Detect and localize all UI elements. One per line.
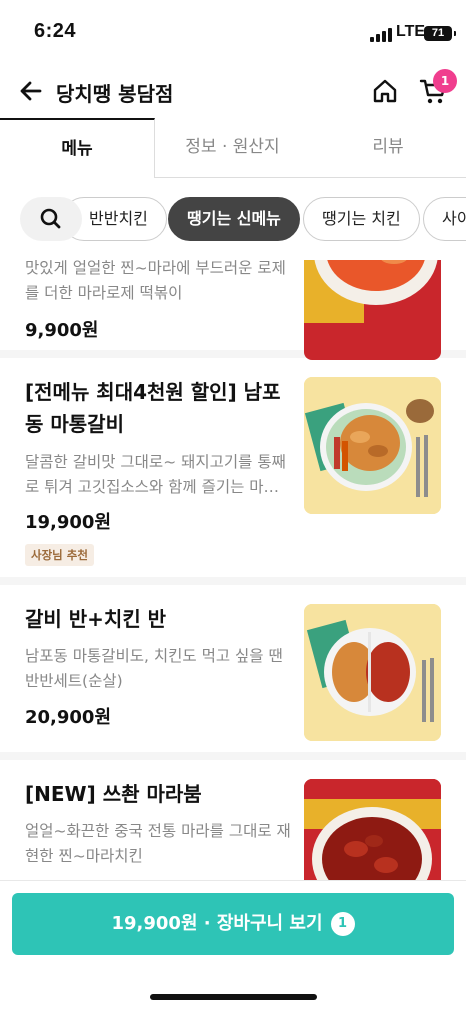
item-description: 맛있게 얼얼한 찐~마라에 부드러운 로제를 더한 마라로제 떡볶이 bbox=[25, 260, 286, 302]
network-label: LTE bbox=[396, 23, 426, 40]
search-icon bbox=[40, 208, 61, 229]
item-photo bbox=[304, 779, 441, 880]
category-chips: 반반치킨 땡기는 신메뉴 땡기는 치킨 사이 bbox=[0, 178, 466, 260]
item-price: 9,900원 bbox=[25, 320, 99, 341]
signal-icon bbox=[370, 28, 392, 42]
item-photo bbox=[304, 377, 441, 514]
status-bar: 6:24 LTE 71 bbox=[0, 0, 466, 62]
chip-side[interactable]: 사이 bbox=[423, 197, 466, 241]
tab-review[interactable]: 리뷰 bbox=[310, 118, 466, 178]
menu-list: 맛있게 얼얼한 찐~마라에 부드러운 로제를 더한 마라로제 떡볶이 9,900… bbox=[0, 260, 466, 880]
item-description: 얼얼~화끈한 중국 전통 마라를 그대로 재현한 찐~마라치킨 bbox=[25, 822, 291, 865]
owner-recommend-badge: 사장님 추천 bbox=[25, 544, 94, 566]
cart-count: 1 bbox=[330, 912, 355, 936]
menu-item[interactable]: [NEW] 쓰촨 마라붐 얼얼~화끈한 중국 전통 마라를 그대로 재현한 찐~… bbox=[0, 760, 466, 880]
home-icon bbox=[373, 79, 397, 103]
item-description: 남포동 마통갈비도, 치킨도 먹고 싶을 땐 반반세트(순살) bbox=[25, 647, 283, 690]
search-button[interactable] bbox=[20, 197, 82, 241]
item-name: [NEW] 쓰촨 마라붐 bbox=[25, 782, 202, 806]
chip-new-menu[interactable]: 땡기는 신메뉴 bbox=[168, 197, 300, 241]
status-time: 6:24 bbox=[34, 20, 77, 42]
menu-item[interactable]: 갈비 반+치킨 반 남포동 마통갈비도, 치킨도 먹고 싶을 땐 반반세트(순살… bbox=[0, 585, 466, 760]
bottom-cart-bar: 19,900원 · 장바구니 보기 1 bbox=[0, 880, 466, 1009]
home-button[interactable] bbox=[370, 76, 400, 106]
item-price: 20,900원 bbox=[25, 707, 112, 728]
item-name: [전메뉴 최대4천원 할인] 남포동 마통갈비 bbox=[25, 380, 281, 436]
arrow-left-icon bbox=[20, 81, 42, 101]
item-description: 달콤한 갈비맛 그대로~ 돼지고기를 통째로 튀겨 고깃집소스와 함께 즐기는 … bbox=[25, 453, 286, 496]
battery-icon: 71 bbox=[424, 26, 456, 41]
view-cart-label: 19,900원 · 장바구니 보기 bbox=[111, 913, 323, 934]
item-photo bbox=[304, 260, 441, 360]
store-title: 당치땡 봉담점 bbox=[56, 82, 174, 106]
chip-chicken[interactable]: 땡기는 치킨 bbox=[303, 197, 420, 241]
tab-info[interactable]: 정보 · 원산지 bbox=[155, 118, 310, 178]
item-price: 19,900원 bbox=[25, 512, 112, 533]
home-indicator bbox=[150, 994, 317, 1000]
menu-item[interactable]: 맛있게 얼얼한 찐~마라에 부드러운 로제를 더한 마라로제 떡볶이 9,900… bbox=[0, 260, 466, 360]
item-photo bbox=[304, 604, 441, 741]
tab-bar: 메뉴 정보 · 원산지 리뷰 bbox=[0, 118, 466, 179]
cart-count-badge: 1 bbox=[433, 69, 457, 93]
back-button[interactable] bbox=[16, 76, 46, 106]
menu-item[interactable]: [전메뉴 최대4천원 할인] 남포동 마통갈비 달콤한 갈비맛 그대로~ 돼지고… bbox=[0, 358, 466, 585]
store-header: 당치땡 봉담점 bbox=[0, 62, 466, 120]
item-name: 갈비 반+치킨 반 bbox=[25, 607, 167, 631]
tab-menu[interactable]: 메뉴 bbox=[0, 118, 155, 179]
view-cart-button[interactable]: 19,900원 · 장바구니 보기 1 bbox=[12, 893, 454, 955]
